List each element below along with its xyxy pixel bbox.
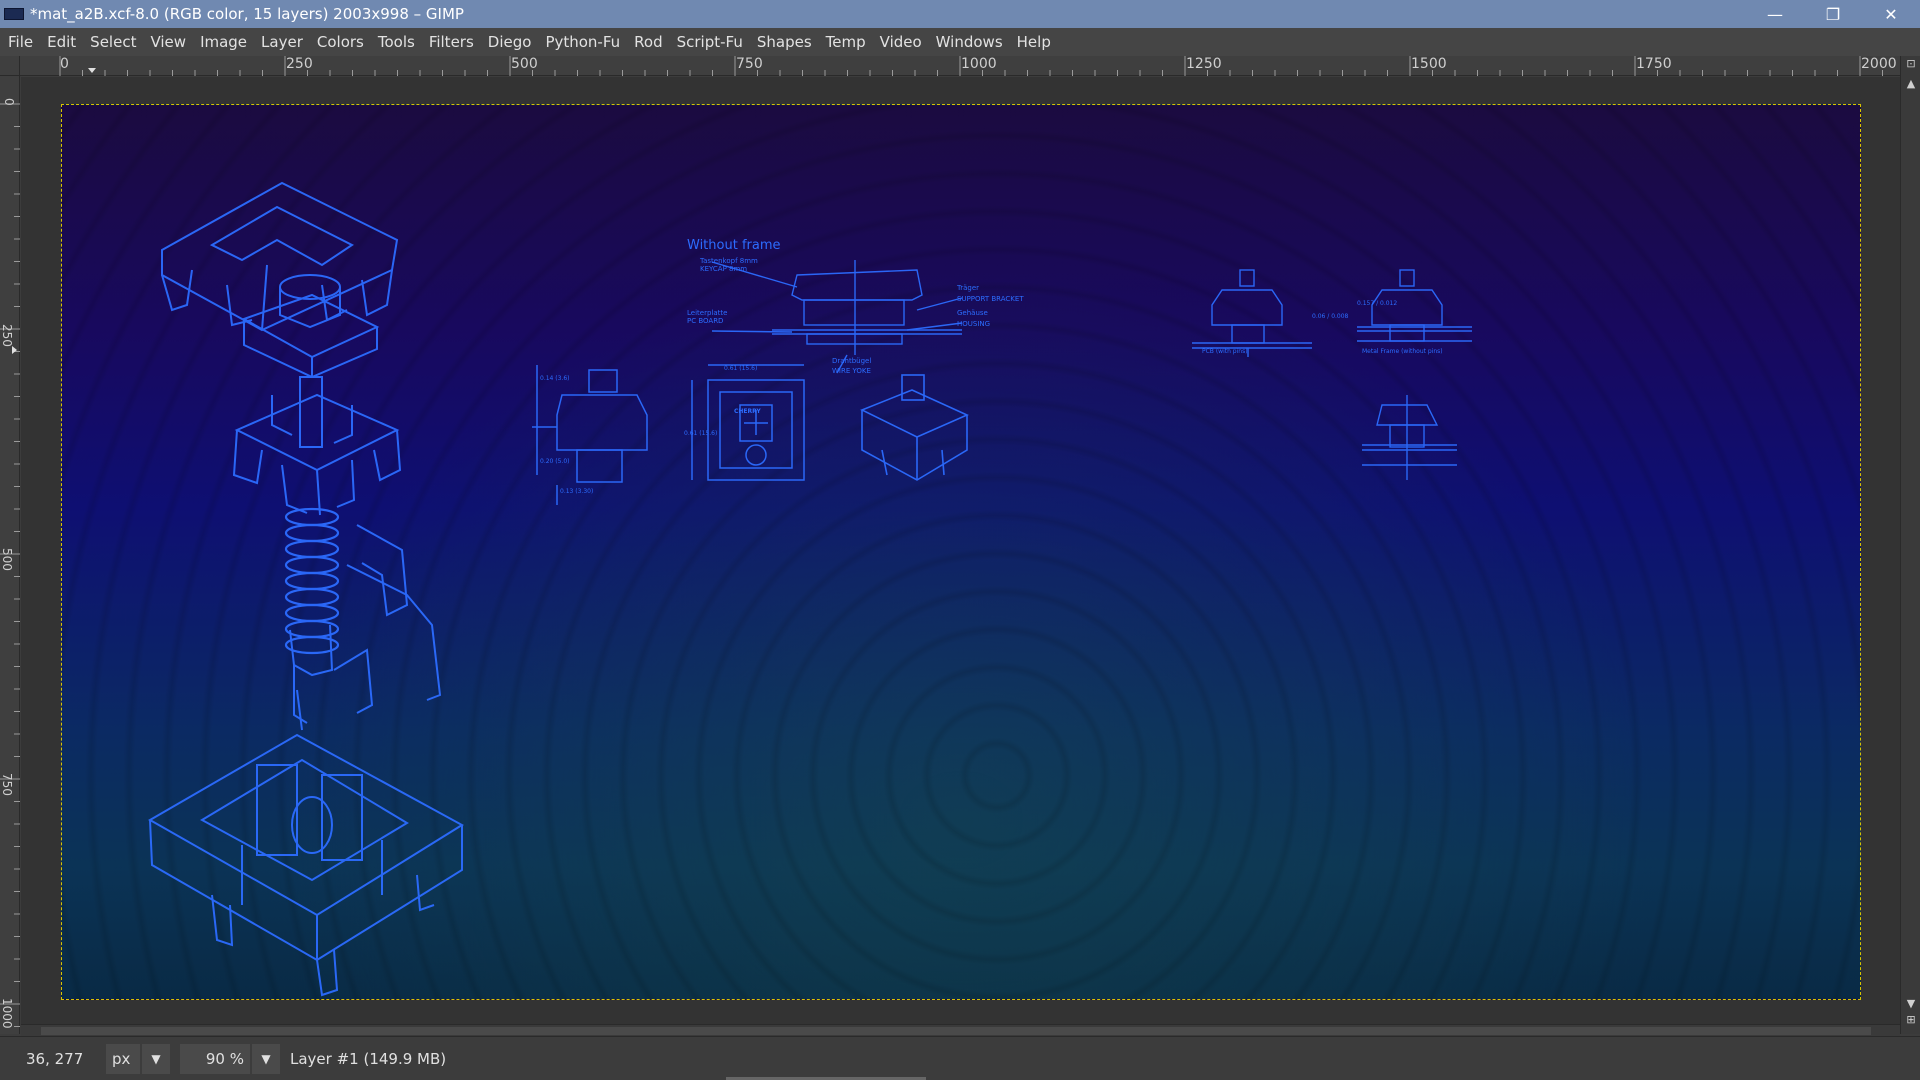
window-controls: — ❐ ✕	[1746, 0, 1920, 28]
gimp-app-icon	[4, 8, 24, 20]
label-dim-d: 0.20 (5.0)	[540, 458, 570, 465]
label-cherry: CHERRY	[734, 408, 761, 415]
pcb-mount-drawing	[1192, 269, 1312, 357]
title-bar: *mat_a2B.xcf-8.0 (RGB color, 15 layers) …	[0, 0, 1920, 28]
bottom-housing-drawing	[147, 733, 464, 997]
navigate-icon[interactable]: ⊡	[1901, 56, 1920, 72]
menu-filters[interactable]: Filters	[423, 28, 482, 56]
vruler-pointer-icon	[12, 346, 17, 354]
horizontal-ruler[interactable]: 0 250 500 750 1000 1250 1500 1750 2000	[20, 56, 1900, 76]
hruler-label-1500: 1500	[1411, 56, 1447, 72]
menu-image[interactable]: Image	[194, 28, 255, 56]
menu-diego[interactable]: Diego	[482, 28, 540, 56]
menu-tools[interactable]: Tools	[372, 28, 423, 56]
hruler-label-500: 500	[511, 56, 538, 72]
vertical-scrollbar[interactable]: ⊡ ▲ ▼ ⊞	[1900, 56, 1920, 1034]
label-pcb-dim: 0.06 / 0.008	[1312, 313, 1349, 320]
horizontal-scrollbar[interactable]	[21, 1024, 1900, 1036]
label-dim-b: 0.61 (15.6)	[724, 365, 757, 372]
label-frame-dim: 0.157 / 0.012	[1357, 300, 1397, 307]
hruler-label-750: 750	[736, 56, 763, 72]
contact-leaves-drawing	[289, 524, 442, 731]
horizontal-scroll-thumb[interactable]	[41, 1027, 1871, 1035]
label-metal-frame: Metal Frame (without pins)	[1362, 348, 1443, 355]
label-yoke: WIRE YOKE	[832, 367, 871, 375]
ruler-corner-toggle[interactable]	[0, 56, 20, 76]
menu-python-fu[interactable]: Python-Fu	[539, 28, 628, 56]
unit-dropdown-icon[interactable]: ▼	[142, 1043, 170, 1074]
menu-edit[interactable]: Edit	[41, 28, 84, 56]
menu-select[interactable]: Select	[84, 28, 144, 56]
vruler-label-1000: 1000	[0, 998, 14, 1029]
label-keycap-de: Tastenkopf 8mm	[699, 257, 758, 265]
blueprint-artwork: Without frame Tastenkopf 8mm KEYCAP 8mm …	[147, 181, 1472, 997]
menu-temp[interactable]: Temp	[820, 28, 874, 56]
vruler-label-500: 500	[0, 548, 14, 571]
canvas-area[interactable]: Without frame Tastenkopf 8mm KEYCAP 8mm …	[21, 77, 1900, 1024]
label-dim-a: 0.14 (3.6)	[540, 375, 570, 382]
label-housing: HOUSING	[957, 320, 990, 328]
label-dim-e: 0.13 (3.30)	[560, 488, 593, 495]
zoom-selector[interactable]: 90 %	[180, 1043, 250, 1074]
image-canvas[interactable]: Without frame Tastenkopf 8mm KEYCAP 8mm …	[61, 104, 1861, 1000]
label-keycap: KEYCAP 8mm	[700, 265, 747, 273]
label-dim-c: 0.61 (15.6)	[684, 430, 717, 437]
switch-top-view	[691, 364, 805, 481]
menu-layer[interactable]: Layer	[255, 28, 311, 56]
hruler-label-0: 0	[60, 56, 69, 72]
unit-selector[interactable]: px	[106, 1043, 140, 1074]
close-button[interactable]: ✕	[1862, 0, 1920, 28]
vruler-label-750: 750	[0, 773, 14, 796]
menu-colors[interactable]: Colors	[311, 28, 372, 56]
layer-info: Layer #1 (149.9 MB)	[290, 1049, 447, 1068]
menu-windows[interactable]: Windows	[930, 28, 1011, 56]
label-yoke-de: Drahtbügel	[832, 357, 871, 365]
scroll-up-icon[interactable]: ▲	[1901, 76, 1920, 92]
label-without-frame: Without frame	[687, 238, 781, 253]
hruler-label-1000: 1000	[961, 56, 997, 72]
label-bracket: SUPPORT BRACKET	[957, 295, 1024, 303]
vruler-label-250: 250	[0, 324, 14, 347]
window-title: *mat_a2B.xcf-8.0 (RGB color, 15 layers) …	[30, 5, 464, 23]
menu-shapes[interactable]: Shapes	[751, 28, 820, 56]
frame-side-drawing	[1362, 395, 1457, 480]
pointer-coordinates: 36, 277	[26, 1049, 84, 1068]
hruler-label-2000: 2000	[1861, 56, 1897, 72]
label-bracket-de: Träger	[956, 284, 979, 292]
hruler-label-1750: 1750	[1636, 56, 1672, 72]
ruler-pointer-icon	[88, 68, 96, 73]
label-pcb-with-pins: PCB (with pins)	[1202, 348, 1248, 355]
menu-file[interactable]: File	[2, 28, 41, 56]
menu-video[interactable]: Video	[874, 28, 930, 56]
switch-isometric-view	[860, 374, 969, 481]
menu-bar: File Edit Select View Image Layer Colors…	[0, 28, 1920, 56]
restore-button[interactable]: ❐	[1804, 0, 1862, 28]
switch-front-view	[532, 365, 648, 505]
zoom-fit-icon[interactable]: ⊞	[1901, 1012, 1920, 1028]
top-housing-drawing	[232, 393, 402, 516]
hruler-label-1250: 1250	[1186, 56, 1222, 72]
menu-rod[interactable]: Rod	[628, 28, 670, 56]
scroll-down-icon[interactable]: ▼	[1901, 996, 1920, 1012]
label-pcb-de: Leiterplatte	[687, 309, 727, 317]
menu-script-fu[interactable]: Script-Fu	[671, 28, 751, 56]
status-bar: 36, 277 px ▼ 90 % ▼ Layer #1 (149.9 MB)	[0, 1036, 1920, 1080]
zoom-dropdown-icon[interactable]: ▼	[252, 1043, 280, 1074]
vertical-ruler[interactable]: 0 250 500 750 1000	[0, 76, 20, 1034]
menu-view[interactable]: View	[144, 28, 194, 56]
minimize-button[interactable]: —	[1746, 0, 1804, 28]
hruler-label-250: 250	[286, 56, 313, 72]
label-housing-de: Gehäuse	[957, 309, 988, 317]
menu-help[interactable]: Help	[1011, 28, 1059, 56]
vruler-label-0: 0	[2, 98, 16, 106]
label-pcb: PC BOARD	[687, 317, 723, 325]
